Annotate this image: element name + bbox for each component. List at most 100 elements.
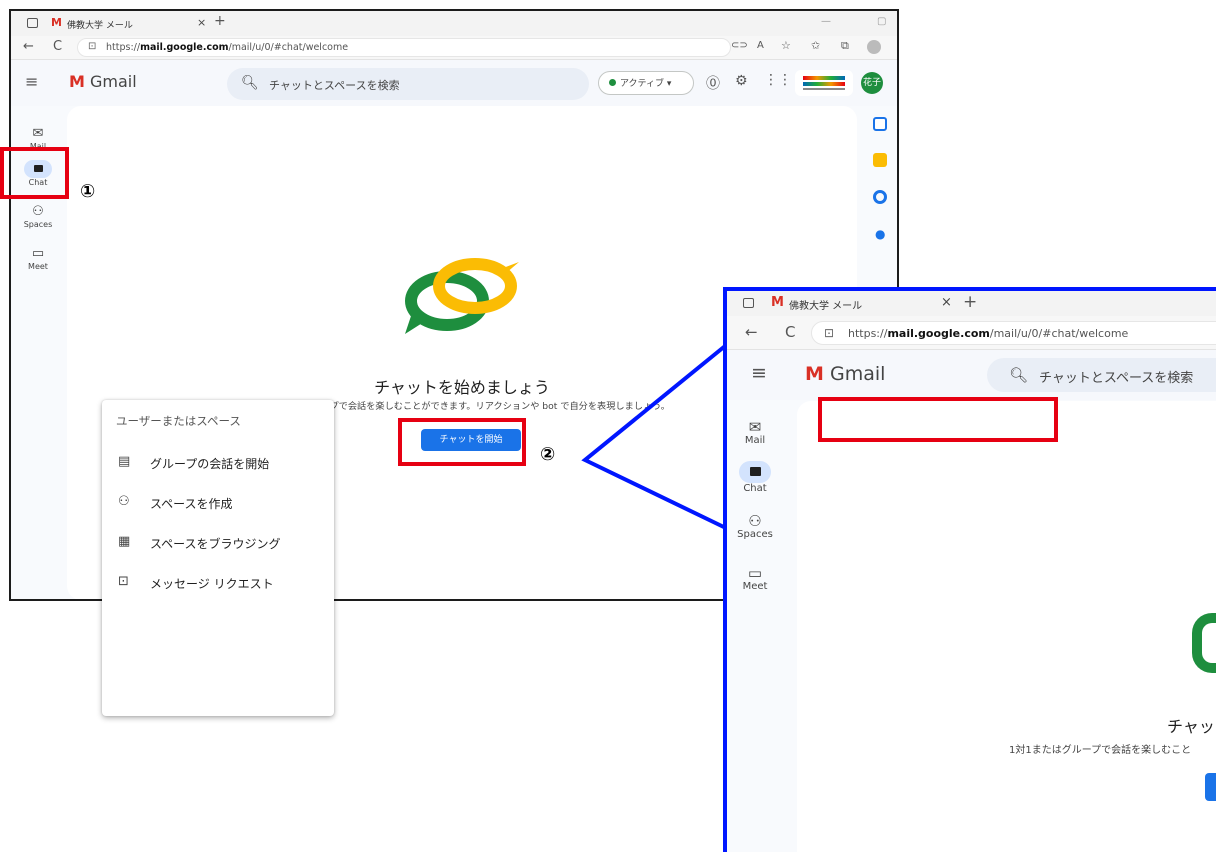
tab-title[interactable]: 佛教大学 メール (789, 297, 862, 312)
mail-icon: ✉ (748, 418, 762, 436)
sidebar-item-spaces[interactable]: ⚇ Spaces (11, 204, 65, 229)
welcome-subtitle-partial: 1対1またはグループで会話を楽しむこと (1009, 745, 1192, 756)
annotation-box-start-chat (398, 418, 526, 466)
lock-icon: ⊡ (88, 41, 97, 52)
sidebar-item-spaces[interactable]: ⚇ Spaces (727, 513, 783, 540)
menu-item-message-requests[interactable]: ⊡ メッセージ リクエスト (102, 564, 334, 604)
reader-icon[interactable]: ⊂⊃ (731, 40, 748, 51)
profile-icon[interactable] (867, 40, 881, 54)
organization-logo (795, 70, 853, 96)
lock-icon: ⊡ (824, 326, 835, 340)
spaces-icon: ⚇ (748, 512, 762, 530)
minimize-icon[interactable]: — (821, 16, 831, 27)
gmail-header: ≡ M Gmail 🔍︎ チャットとスペースを検索 アクティブ ▾ ⓪ ⚙ ⋮⋮… (11, 60, 897, 106)
status-dropdown[interactable]: アクティブ ▾ (598, 71, 694, 95)
reload-icon[interactable]: C (53, 39, 62, 54)
chat-bubbles-illustration (405, 258, 519, 334)
reload-icon[interactable]: C (785, 323, 795, 341)
back-icon[interactable]: ← (23, 39, 34, 54)
callout-connector (581, 340, 732, 532)
step-1-label: ① (80, 181, 96, 202)
sidebar-item-mail[interactable]: ✉ Mail (727, 419, 783, 446)
gmail-logo[interactable]: M Gmail (69, 72, 137, 91)
contacts-icon[interactable]: ● (875, 227, 885, 241)
sidebar-item-label: Spaces (737, 529, 773, 540)
tab-actions-icon[interactable] (27, 18, 38, 28)
back-icon[interactable]: ← (745, 323, 758, 341)
url-field[interactable]: ⊡ https://mail.google.com/mail/u/0/#chat… (811, 321, 1216, 345)
sidebar-item-label: Meet (742, 581, 768, 592)
favorites-list-icon[interactable]: ✩ (811, 39, 820, 52)
inset-gmail-header: ≡ M Gmail 🔍︎ チャットとスペースを検索 (727, 350, 1216, 400)
url-text: https://mail.google.com/mail/u/0/#chat/w… (106, 42, 349, 53)
create-space-icon: ⚇ (118, 494, 130, 509)
tab-close-icon[interactable]: × (197, 16, 206, 29)
search-bar[interactable]: 🔍︎ チャットとスペースを検索 (227, 68, 589, 100)
sidebar-item-label: Meet (28, 262, 48, 271)
gmail-m-icon: M (805, 363, 824, 385)
user-or-space-input[interactable]: ユーザーまたはスペース (116, 413, 241, 429)
search-input[interactable]: チャットとスペースを検索 (269, 77, 400, 93)
restore-icon[interactable]: ▢ (877, 16, 886, 27)
new-tab-icon[interactable]: + (963, 292, 977, 312)
search-input[interactable]: チャットとスペースを検索 (1039, 367, 1193, 386)
sidebar-item-label: Mail (744, 435, 766, 446)
inset-address-bar: ← C ⊡ https://mail.google.com/mail/u/0/#… (727, 316, 1216, 350)
chat-bubbles-illustration (1192, 613, 1216, 673)
gmail-logo[interactable]: M Gmail (805, 363, 885, 385)
menu-item-label: メッセージ リクエスト (150, 577, 274, 591)
menu-item-create-space[interactable]: ⚇ スペースを作成 (102, 484, 334, 524)
avatar[interactable]: 花子 (861, 72, 883, 94)
menu-icon[interactable]: ≡ (25, 72, 38, 91)
message-request-icon: ⊡ (118, 574, 129, 589)
tasks-icon[interactable] (873, 190, 887, 204)
new-chat-menu: ユーザーまたはスペース ▤ グループの会話を開始 ⚇ スペースを作成 ▦ スペー… (102, 400, 334, 716)
tab-actions-icon[interactable] (743, 298, 754, 308)
menu-item-label: スペースを作成 (150, 497, 233, 511)
chevron-down-icon: ▾ (666, 79, 672, 89)
tab-bar: M 佛教大学 メール × + — ▢ (11, 11, 897, 36)
sidebar-item-chat[interactable]: Chat (727, 461, 783, 494)
tab-title[interactable]: 佛教大学 メール (67, 18, 133, 31)
menu-item-browse-spaces[interactable]: ▦ スペースをブラウジング (102, 524, 334, 564)
help-icon[interactable]: ⓪ (706, 73, 720, 93)
start-chat-button-partial[interactable] (1205, 773, 1216, 801)
sidebar-item-meet[interactable]: ▭ Meet (11, 246, 65, 271)
menu-item-group-chat[interactable]: ▤ グループの会話を開始 (102, 444, 334, 484)
favorite-icon[interactable]: ☆ (781, 39, 791, 52)
inset-tab-bar: M 佛教大学 メール × + (727, 291, 1216, 316)
status-label: アクティブ (620, 79, 665, 89)
search-icon[interactable]: 🔍︎ (1009, 366, 1028, 384)
menu-item-label: スペースをブラウジング (150, 537, 281, 551)
calendar-icon[interactable] (873, 117, 887, 131)
meet-icon: ▭ (31, 246, 45, 261)
read-aloud-icon[interactable]: A (757, 40, 764, 51)
menu-item-label: グループの会話を開始 (150, 457, 270, 471)
menu-icon[interactable]: ≡ (751, 362, 767, 384)
sidebar-item-label: Chat (743, 483, 767, 494)
group-chat-icon: ▤ (118, 454, 131, 469)
annotation-box-chat (0, 147, 69, 199)
gmail-favicon-icon: M (51, 16, 62, 29)
welcome-title-partial: チャッ (1167, 717, 1215, 736)
search-bar[interactable]: 🔍︎ チャットとスペースを検索 (987, 358, 1216, 392)
mail-icon: ✉ (32, 126, 44, 141)
search-icon[interactable]: 🔍︎ (241, 75, 259, 91)
gmail-m-icon: M (69, 72, 85, 91)
keep-icon[interactable] (873, 153, 887, 167)
step-2-label: ② (540, 444, 556, 465)
settings-icon[interactable]: ⚙ (735, 73, 748, 89)
status-dot-icon (609, 79, 616, 86)
zoomed-inset-window: M 佛教大学 メール × + ← C ⊡ https://mail.google… (723, 287, 1216, 852)
new-tab-icon[interactable]: + (214, 13, 226, 29)
sidebar-item-meet[interactable]: ▭ Meet (727, 565, 783, 592)
spaces-icon: ⚇ (32, 204, 44, 219)
address-bar-row: ← C ⊡ https://mail.google.com/mail/u/0/#… (11, 36, 897, 60)
collections-icon[interactable]: ⧉ (841, 39, 849, 53)
meet-icon: ▭ (747, 564, 763, 582)
url-field[interactable]: ⊡ https://mail.google.com/mail/u/0/#chat… (77, 38, 731, 57)
sidebar-item-label: Spaces (23, 220, 53, 229)
apps-grid-icon[interactable]: ⋮⋮ (764, 72, 792, 88)
tab-close-icon[interactable]: × (941, 295, 952, 310)
gmail-favicon-icon: M (771, 295, 784, 310)
